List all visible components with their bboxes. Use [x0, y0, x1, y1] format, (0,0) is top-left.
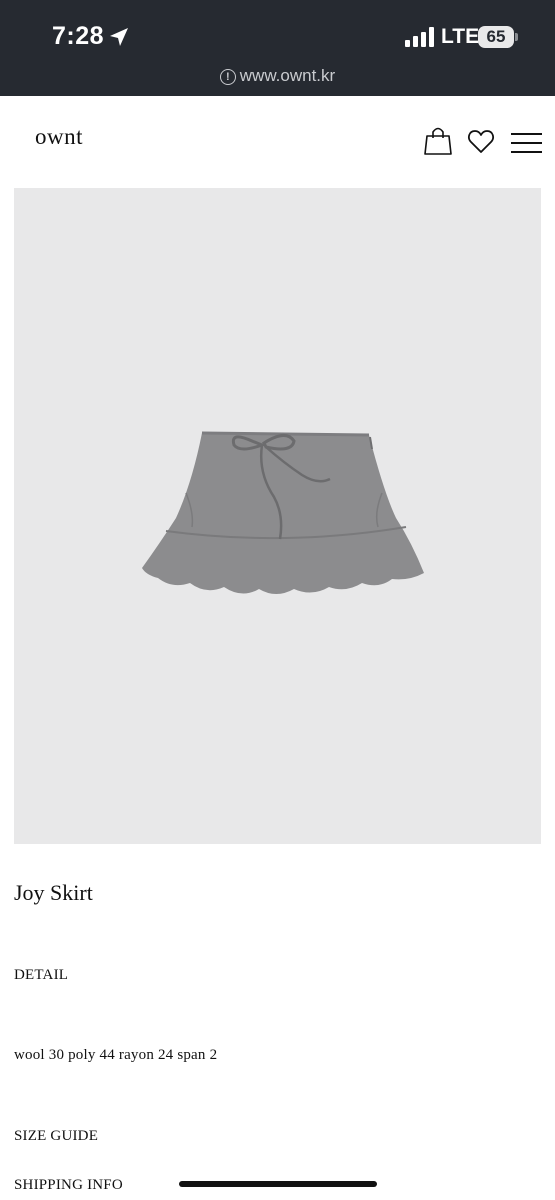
shipping-info-tab[interactable]: SHIPPING INFO	[14, 1177, 123, 1194]
signal-icon	[405, 27, 434, 47]
heart-icon[interactable]	[467, 128, 495, 156]
material-text: wool 30 poly 44 rayon 24 span 2	[14, 1047, 218, 1063]
location-arrow-icon	[110, 28, 128, 46]
url-text: www.ownt.kr	[239, 66, 336, 85]
product-title: Joy Skirt	[14, 880, 93, 905]
address-bar[interactable]: ! www.ownt.kr	[0, 66, 555, 86]
site-logo[interactable]: ownt	[35, 124, 83, 150]
shopping-bag-icon[interactable]	[424, 126, 452, 156]
home-indicator[interactable]	[179, 1181, 377, 1187]
network-type: LTE	[441, 25, 480, 48]
info-icon: !	[219, 69, 236, 85]
battery-level: 65	[478, 26, 514, 48]
size-guide-tab[interactable]: SIZE GUIDE	[14, 1128, 98, 1145]
battery-cap	[515, 33, 518, 41]
status-time: 7:28	[52, 22, 105, 50]
product-image[interactable]	[14, 188, 541, 844]
status-bar: 7:28 LTE 65 ! www.ownt.kr	[0, 0, 555, 96]
detail-tab[interactable]: DETAIL	[14, 967, 68, 984]
hamburger-menu-icon[interactable]	[511, 130, 542, 156]
skirt-image	[142, 431, 424, 594]
